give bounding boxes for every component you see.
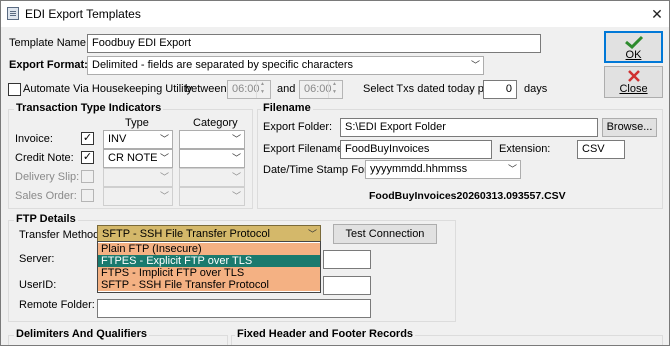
- credit-note-label: Credit Note:: [15, 152, 74, 164]
- remote-folder-label: Remote Folder:: [19, 299, 95, 311]
- chevron-down-icon: ﹀: [308, 229, 318, 239]
- time-to-spinner[interactable]: [328, 81, 342, 98]
- stamp-format-select[interactable]: yyyymmdd.hhmmss ﹀: [365, 160, 521, 179]
- export-format-value: Delimited - fields are separated by spec…: [92, 59, 354, 71]
- transfer-method-label: Transfer Method:: [19, 229, 103, 241]
- delivery-slip-label: Delivery Slip:: [15, 171, 80, 183]
- chevron-down-icon: ﹀: [232, 134, 242, 144]
- transfer-option-ftps[interactable]: FTPS - Implicit FTP over TLS: [98, 267, 320, 279]
- type-header: Type: [125, 117, 149, 129]
- export-filename-label: Export Filename:: [263, 143, 347, 155]
- browse-button[interactable]: Browse...: [602, 118, 657, 137]
- close-x-icon: [628, 70, 640, 82]
- template-name-label: Template Name:: [9, 37, 90, 49]
- remote-folder-input[interactable]: [97, 299, 371, 318]
- chevron-down-icon: ﹀: [160, 191, 170, 201]
- close-label: Close: [619, 83, 648, 95]
- chevron-down-icon: ﹀: [471, 60, 481, 70]
- app-icon: [7, 7, 19, 20]
- between-label: between: [185, 83, 227, 95]
- userid-input[interactable]: [323, 276, 371, 295]
- export-folder-label: Export Folder:: [263, 121, 333, 133]
- invoice-label: Invoice:: [15, 133, 53, 145]
- select-txs-label: Select Txs dated today plus: [363, 83, 498, 95]
- time-to-input[interactable]: 06:00: [299, 80, 343, 99]
- chevron-down-icon: ﹀: [160, 172, 170, 182]
- chevron-down-icon: ﹀: [232, 172, 242, 182]
- server-label: Server:: [19, 253, 55, 265]
- automate-housekeeping-label: Automate Via Housekeeping Utility: [23, 83, 193, 95]
- chevron-down-icon: ﹀: [160, 153, 170, 163]
- window-title: EDI Export Templates: [25, 7, 141, 21]
- time-from-spinner[interactable]: [256, 81, 270, 98]
- credit-note-type-select[interactable]: CR NOTE ﹀: [103, 149, 173, 168]
- invoice-checkbox[interactable]: ✓: [81, 132, 94, 145]
- transfer-method-value: SFTP - SSH File Transfer Protocol: [102, 228, 270, 240]
- invoice-type-select[interactable]: INV ﹀: [103, 130, 173, 149]
- time-from-input[interactable]: 06:00: [227, 80, 271, 99]
- server-input[interactable]: [323, 250, 371, 269]
- delivery-slip-type-select[interactable]: ﹀: [103, 168, 173, 187]
- credit-note-checkbox[interactable]: ✓: [81, 151, 94, 164]
- invoice-type-value: INV: [108, 133, 127, 145]
- userid-label: UserID:: [19, 279, 57, 291]
- credit-note-type-value: CR NOTE: [108, 152, 158, 164]
- extension-input[interactable]: CSV: [577, 140, 625, 159]
- filename-title: Filename: [261, 102, 313, 114]
- transfer-option-plain-ftp[interactable]: Plain FTP (Insecure): [98, 243, 320, 255]
- test-connection-button[interactable]: Test Connection: [333, 224, 437, 244]
- sales-order-category-select[interactable]: ﹀: [179, 187, 245, 206]
- title-bar: EDI Export Templates ✕: [1, 1, 669, 27]
- ok-label: OK: [625, 49, 642, 61]
- transfer-option-sftp[interactable]: SFTP - SSH File Transfer Protocol: [98, 279, 320, 291]
- checkmark-icon: [625, 35, 644, 49]
- sales-order-label: Sales Order:: [15, 190, 77, 202]
- transfer-option-ftpes[interactable]: FTPES - Explicit FTP over TLS: [98, 255, 320, 267]
- ok-button[interactable]: OK: [604, 31, 663, 63]
- days-input[interactable]: 0: [483, 80, 517, 99]
- automate-housekeeping-checkbox[interactable]: [8, 83, 21, 96]
- edi-export-templates-window: EDI Export Templates ✕ Template Name: Fo…: [0, 0, 670, 346]
- ftp-details-title: FTP Details: [14, 213, 78, 225]
- chevron-down-icon: ﹀: [232, 191, 242, 201]
- transfer-method-dropdown: Plain FTP (Insecure) FTPES - Explicit FT…: [97, 241, 321, 293]
- export-filename-input[interactable]: FoodBuyInvoices: [340, 140, 492, 159]
- export-format-select[interactable]: Delimited - fields are separated by spec…: [87, 56, 484, 75]
- sales-order-type-select[interactable]: ﹀: [103, 187, 173, 206]
- delivery-slip-category-select[interactable]: ﹀: [179, 168, 245, 187]
- sales-order-checkbox[interactable]: [81, 189, 94, 202]
- extension-label: Extension:: [499, 143, 551, 155]
- delivery-slip-checkbox[interactable]: [81, 170, 94, 183]
- export-format-label: Export Format:: [9, 59, 88, 71]
- chevron-down-icon: ﹀: [508, 164, 518, 174]
- window-close-icon[interactable]: ✕: [645, 4, 669, 24]
- template-name-input[interactable]: Foodbuy EDI Export: [87, 34, 541, 53]
- delimiters-title: Delimiters And Qualifiers: [14, 328, 150, 340]
- export-folder-input[interactable]: S:\EDI Export Folder: [340, 118, 598, 137]
- and-label: and: [277, 83, 296, 95]
- fixed-records-title: Fixed Header and Footer Records: [235, 328, 416, 340]
- close-button[interactable]: Close: [604, 66, 663, 98]
- invoice-category-select[interactable]: ﹀: [179, 130, 245, 149]
- category-header: Category: [193, 117, 238, 129]
- chevron-down-icon: ﹀: [232, 153, 242, 163]
- filename-preview: FoodBuyInvoices20260313.093557.CSV: [369, 190, 566, 202]
- stamp-format-value: yyyymmdd.hhmmss: [370, 163, 468, 175]
- chevron-down-icon: ﹀: [160, 134, 170, 144]
- credit-note-category-select[interactable]: ﹀: [179, 149, 245, 168]
- transaction-types-title: Transaction Type Indicators: [14, 102, 164, 114]
- days-label: days: [524, 83, 548, 95]
